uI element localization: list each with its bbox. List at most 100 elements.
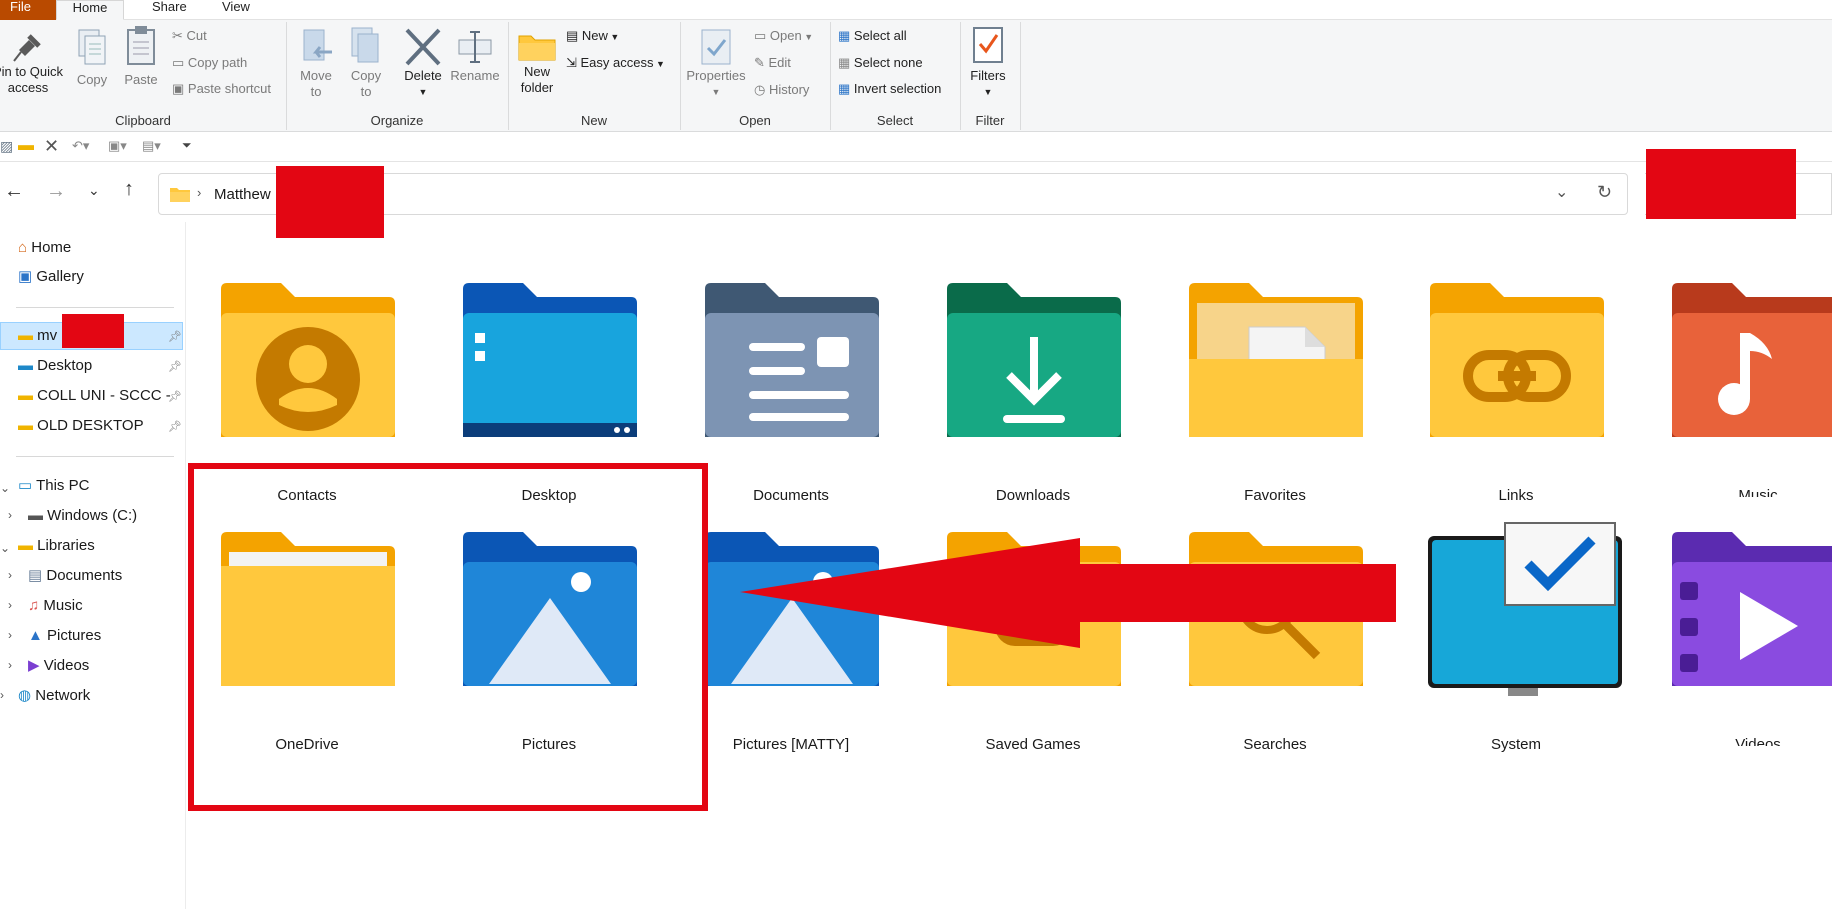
cut-button[interactable]: ✂ Cut [172,28,207,44]
copy-icon[interactable]: ▣▾ [108,138,127,154]
undo-icon[interactable]: ↶▾ [72,138,89,154]
documents-folder-icon [705,283,879,437]
tab-share[interactable]: Share [138,0,201,20]
refresh-icon[interactable]: ↻ [1597,182,1612,203]
tab-home[interactable]: Home [56,0,124,20]
folder-item-music[interactable]: Music [1650,247,1832,497]
open-button[interactable]: ▭ Open ▼ [754,28,813,45]
expand-chevron-icon[interactable]: ⌄ [0,481,10,495]
sidebar-item-quick-mv[interactable]: ▬ mv [18,327,57,345]
copy-label: Copy [76,72,108,87]
address-dropdown-icon[interactable]: ⌄ [1555,182,1568,202]
copy-to-label: Copy to [350,68,382,99]
videos-folder-icon [1672,532,1832,686]
group-label-new: New [580,113,607,128]
group-label-organize: Organize [370,113,424,128]
sidebar-item-quick-old-desktop[interactable]: ▬ OLD DESKTOP [18,417,144,435]
paste-shortcut-icon: ▣ [172,81,188,96]
folder-item-system[interactable]: System [1408,496,1624,753]
recent-locations-chevron-icon[interactable]: ⌄ [88,182,100,199]
folder-item-downloads[interactable]: Downloads [925,247,1141,504]
back-arrow-icon[interactable]: ← [4,180,24,203]
select-all-button[interactable]: ▦ Select all [838,28,907,44]
sidebar-item-windows-c[interactable]: ▬ Windows (C:) [28,507,137,525]
group-label-open: Open [739,113,771,128]
folder-item-links[interactable]: Links [1408,247,1624,504]
expand-chevron-icon[interactable]: ⌄ [0,541,10,555]
sidebar-item-label: Music [43,597,83,614]
sidebar-item-quick-coll-uni[interactable]: ▬ COLL UNI - SCCC - [18,387,171,405]
annotation-highlight-box [188,463,708,811]
folder-icon[interactable]: ▬ [18,137,34,155]
folder-item-favorites[interactable]: Favorites [1167,247,1383,504]
breadcrumb-path[interactable]: Matthew [214,186,271,203]
rename-button[interactable]: Rename [450,26,500,84]
sidebar-item-label: Pictures [47,627,102,644]
paste-shortcut-button[interactable]: ▣ Paste shortcut [172,81,271,97]
paste-icon[interactable]: ▤▾ [142,138,161,154]
sidebar-item-gallery[interactable]: ▣ Gallery [18,268,84,286]
pin-icon[interactable]: 📌︎ [168,420,182,433]
new-item-icon: ▤ [566,28,582,43]
sidebar-item-lib-documents[interactable]: ▤ Documents [28,567,122,585]
folder-item-videos[interactable]: Videos [1650,496,1832,746]
expand-chevron-icon[interactable]: › [8,628,12,642]
sidebar-item-label: This PC [36,477,90,494]
copy-path-button[interactable]: ▭ Copy path [172,55,247,71]
copy-to-button[interactable]: Copy to [344,26,388,100]
sidebar-item-label: Gallery [36,268,84,285]
videos-icon: ▶ [28,657,40,674]
group-separator [1020,22,1021,130]
expand-chevron-icon[interactable]: › [8,598,12,612]
sidebar-item-this-pc[interactable]: ▭ This PC [18,477,89,495]
music-icon: ♫ [28,597,40,614]
folder-item-contacts[interactable]: Contacts [199,247,415,504]
up-arrow-icon[interactable]: ↑ [124,178,134,201]
divider [16,456,174,457]
pin-icon[interactable]: 📌︎ [168,330,182,343]
invert-selection-button[interactable]: ▦ Invert selection [838,81,941,97]
tab-file[interactable]: File [0,0,56,20]
documents-icon: ▤ [28,567,43,584]
paste-icon [127,26,155,65]
expand-chevron-icon[interactable]: › [8,568,12,582]
customize-toolbar-icon[interactable]: ⏷ [182,138,192,153]
properties-label: Properties [686,68,746,83]
select-all-label: Select all [853,28,907,43]
move-to-button[interactable]: Move to [294,26,338,100]
folder-label: Searches [1243,736,1307,753]
delete-button[interactable]: Delete ▼ [400,26,446,100]
properties-button[interactable]: Properties ▼ [686,28,746,100]
new-folder-button[interactable]: New folder [514,28,560,96]
sidebar-item-network[interactable]: ◍ Network [18,687,90,705]
pin-to-quick-access-button[interactable]: Pin to Quick access [0,28,64,96]
tab-view[interactable]: View [208,0,264,20]
sidebar-item-libraries[interactable]: ▬ Libraries [18,537,95,555]
easy-access-button[interactable]: ⇲ Easy access ▼ [566,55,665,72]
select-none-button[interactable]: ▦ Select none [838,55,923,71]
ribbon: Pin to Quick access Copy Paste ✂ Cut ▭ C… [0,20,1832,132]
easy-access-icon: ⇲ [566,55,581,70]
expand-chevron-icon[interactable]: › [0,688,4,702]
folder-item-desktop[interactable]: Desktop [441,247,657,504]
new-item-button[interactable]: ▤ New ▼ [566,28,619,45]
paste-button[interactable]: Paste [120,22,162,88]
forward-arrow-icon[interactable]: → [46,180,66,203]
folder-item-documents[interactable]: Documents [683,247,899,504]
filters-button[interactable]: Filters ▼ [966,24,1010,100]
edit-button[interactable]: ✎ Edit [754,55,791,71]
expand-chevron-icon[interactable]: › [8,508,12,522]
history-button[interactable]: ◷ History [754,82,809,98]
copy-button[interactable]: Copy [72,28,112,88]
pin-icon[interactable]: 📌︎ [168,360,182,373]
sidebar-item-home[interactable]: ⌂ Home [18,239,71,257]
sidebar-item-lib-pictures[interactable]: ▲ Pictures [28,627,101,645]
pin-icon[interactable]: 📌︎ [168,390,182,403]
properties-icon[interactable]: ▨ [0,138,13,155]
redaction-box [62,314,124,348]
sidebar-item-quick-desktop[interactable]: ▬ Desktop [18,357,92,375]
expand-chevron-icon[interactable]: › [8,658,12,672]
sidebar-item-lib-videos[interactable]: ▶ Videos [28,657,89,675]
sidebar-item-lib-music[interactable]: ♫ Music [28,597,83,615]
delete-icon[interactable]: ✕ [44,136,59,157]
